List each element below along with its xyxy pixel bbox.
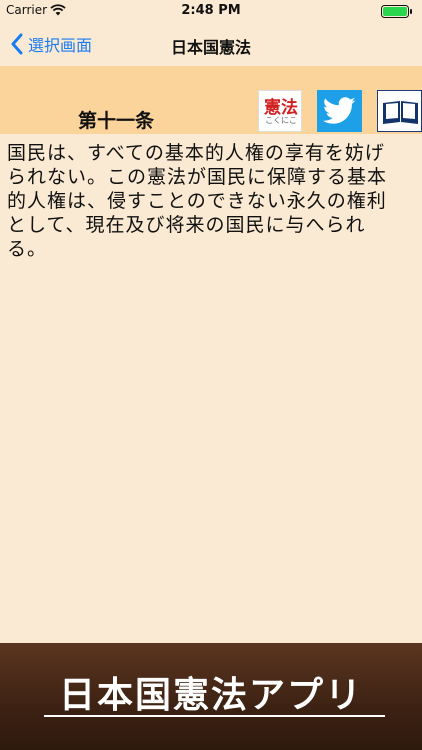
nav-title: 日本国憲法 xyxy=(170,38,251,57)
article-line: 国民は、すべての基本的人権の享有を妨げ xyxy=(7,142,385,164)
article-body: 国民は、すべての基本的人権の享有を妨げ られない。この憲法が国民に保障する基本 … xyxy=(7,141,417,261)
app-banner: 日本国憲法アプリ xyxy=(0,643,422,750)
article-line: る。 xyxy=(7,238,48,260)
kenpo-logo-button[interactable]: 憲法 こくにこ xyxy=(258,90,302,132)
book-icon xyxy=(383,101,418,124)
article-line: 的人権は、侵すことのできない永久の権利 xyxy=(7,190,387,212)
article-line: られない。この憲法が国民に保障する基本 xyxy=(7,166,388,188)
navigation-bar: 選択画面 日本国憲法 xyxy=(0,22,422,66)
status-bar: Carrier 2:48 PM xyxy=(0,0,422,22)
status-time: 2:48 PM xyxy=(181,3,241,18)
battery-icon xyxy=(381,5,412,18)
banner-title: 日本国憲法アプリ xyxy=(58,674,363,716)
article-line: として、現在及び将来の国民に与へられ xyxy=(7,214,366,236)
twitter-bird-icon xyxy=(323,97,356,124)
banner-underline xyxy=(44,715,385,717)
article-title: 第十一条 xyxy=(78,110,155,132)
book-button[interactable] xyxy=(377,90,422,132)
twitter-share-button[interactable] xyxy=(317,90,362,132)
kenpo-logo-subtext: こくにこ xyxy=(265,116,297,125)
